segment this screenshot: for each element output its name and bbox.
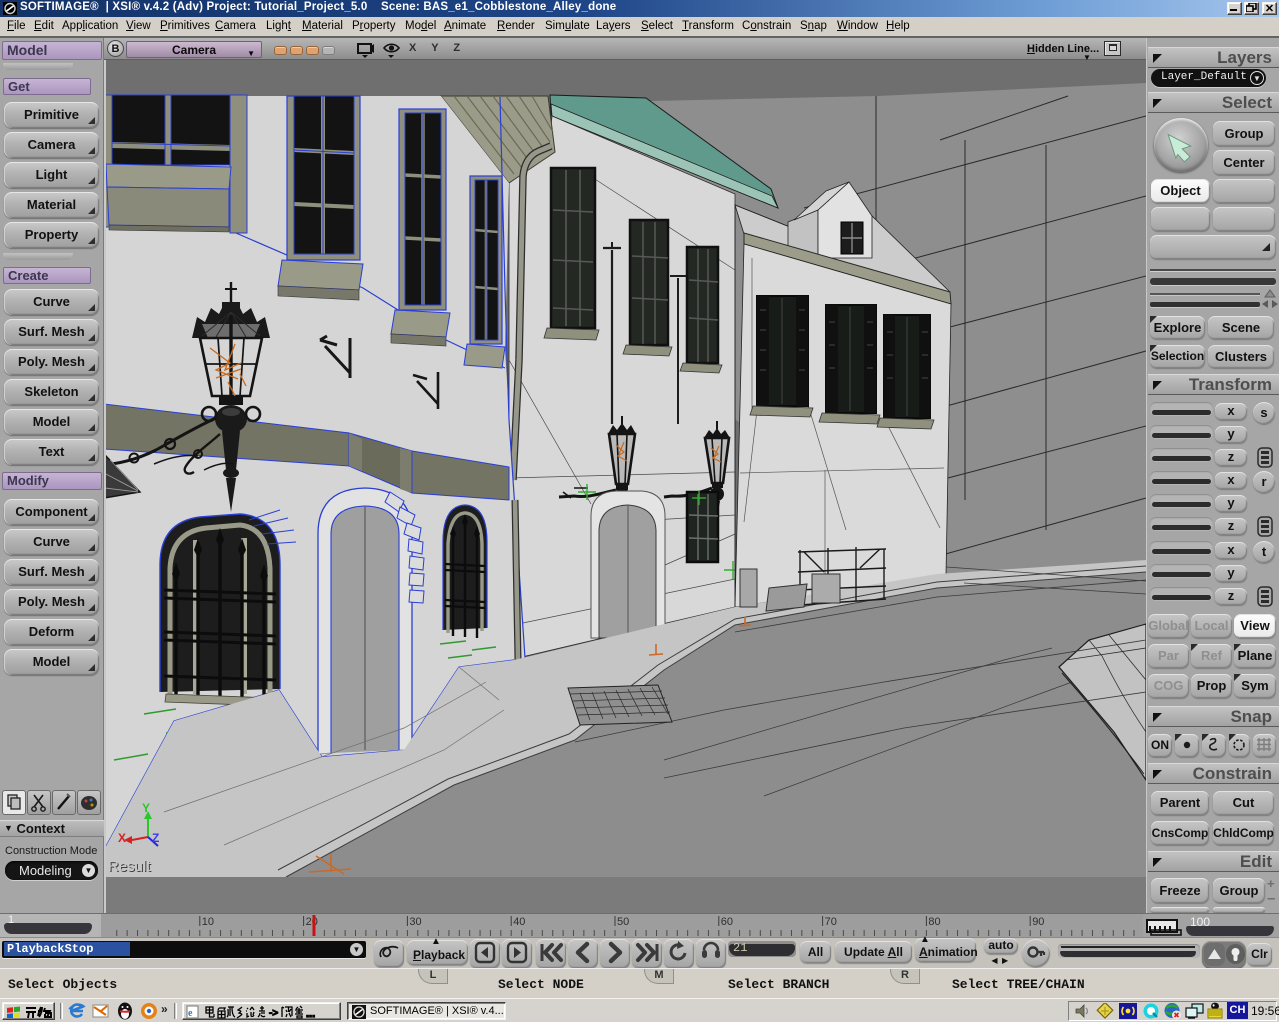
svg-text:Z: Z (152, 831, 159, 845)
svg-text:80: 80 (928, 916, 940, 928)
svg-text:Y: Y (142, 801, 150, 815)
svg-text:e: e (188, 1008, 193, 1019)
svg-text:40: 40 (513, 916, 525, 928)
svg-text:20: 20 (306, 916, 318, 928)
svg-text:Result: Result (108, 858, 151, 875)
svg-text:30: 30 (409, 916, 421, 928)
svg-text:60: 60 (721, 916, 733, 928)
svg-text:90: 90 (1032, 916, 1044, 928)
svg-text:->: -> (269, 1008, 278, 1019)
svg-text:10: 10 (202, 916, 214, 928)
svg-text:50: 50 (617, 916, 629, 928)
svg-text:70: 70 (825, 916, 837, 928)
svg-text:...: ... (306, 1008, 315, 1019)
svg-text:X: X (118, 831, 126, 845)
